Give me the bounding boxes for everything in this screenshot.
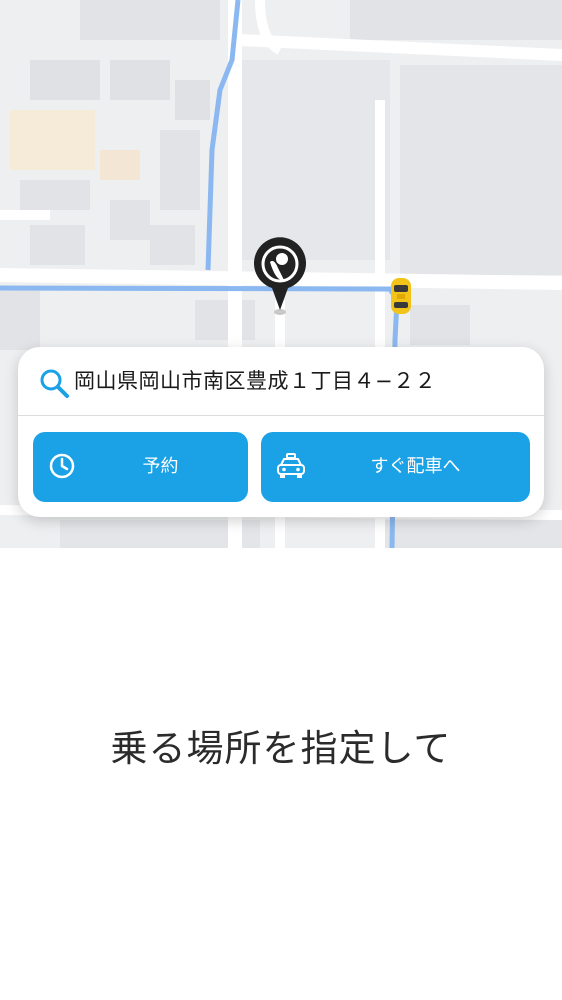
- pickup-address: 岡山県岡山市南区豊成１丁目４−２２: [74, 369, 437, 393]
- reserve-button[interactable]: 予約: [33, 432, 248, 502]
- taxi-car-icon: [391, 278, 411, 314]
- pickup-prompt-text: 乗る場所を指定して: [110, 727, 452, 770]
- search-icon: [40, 369, 69, 398]
- address-search-field[interactable]: 岡山県岡山市南区豊成１丁目４−２２: [18, 347, 544, 416]
- pickup-card: 岡山県岡山市南区豊成１丁目４−２２ 予約 すぐ配車へ: [18, 347, 544, 517]
- location-pin-icon[interactable]: [250, 236, 310, 316]
- clock-icon: [49, 453, 75, 479]
- reserve-label: 予約: [142, 456, 179, 477]
- dispatch-now-label: すぐ配車へ: [370, 456, 461, 477]
- dispatch-now-button[interactable]: すぐ配車へ: [261, 432, 530, 502]
